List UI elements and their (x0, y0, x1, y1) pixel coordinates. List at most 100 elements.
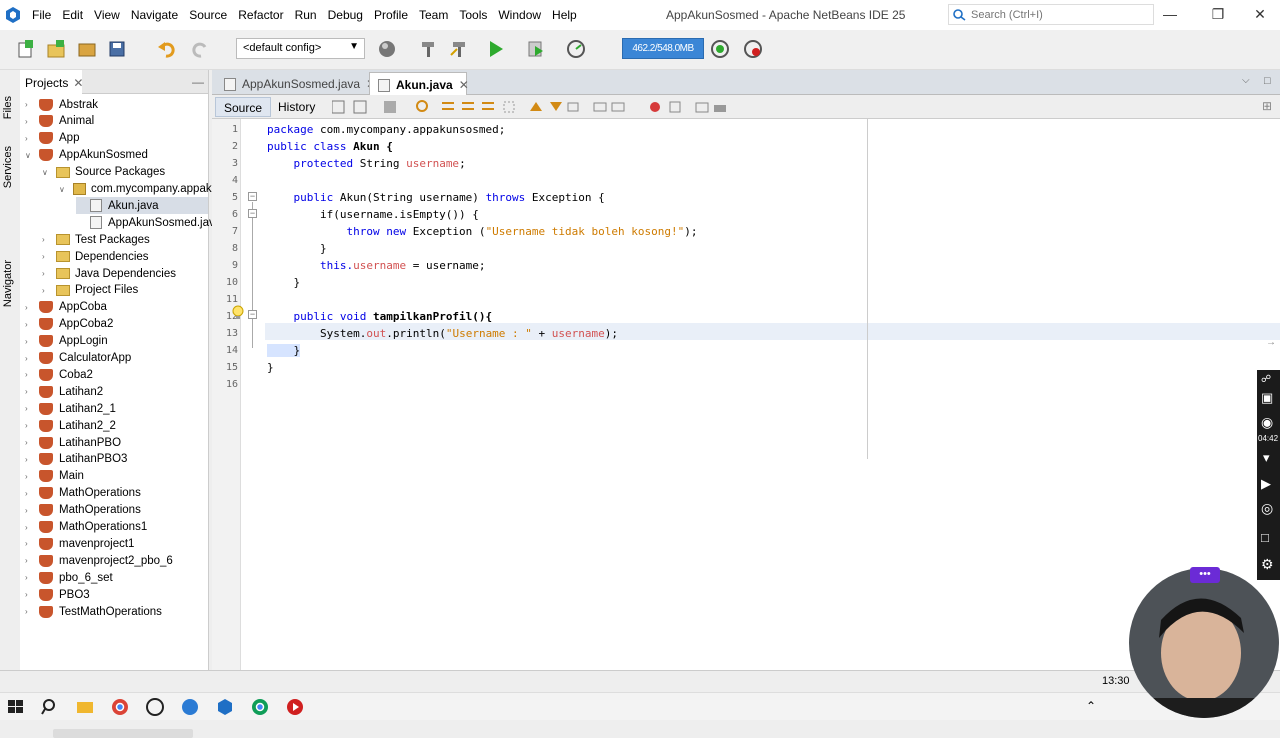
maximize-button[interactable]: ❐ (1208, 6, 1228, 24)
expand-chevron-icon[interactable]: › (25, 489, 35, 498)
tree-item[interactable]: › Abstrak (25, 96, 98, 113)
expand-chevron-icon[interactable]: › (25, 100, 35, 109)
menu-help[interactable]: Help (546, 8, 582, 22)
menu-team[interactable]: Team (413, 8, 453, 22)
new-project-icon[interactable] (46, 39, 66, 59)
save-all-icon[interactable] (108, 39, 128, 59)
gc-icon[interactable] (710, 39, 730, 59)
window-icon[interactable]: □ (1261, 530, 1269, 545)
camera-icon[interactable]: ▣ (1261, 390, 1273, 406)
tab-appakunsosmed[interactable]: AppAkunSosmed.java✕ (216, 72, 376, 95)
chrome-icon-2[interactable] (250, 697, 270, 717)
expand-chevron-icon[interactable]: › (25, 438, 35, 447)
memory-indicator[interactable]: 462.2/548.0MB (622, 38, 704, 59)
search-input[interactable] (971, 8, 1141, 21)
menu-view[interactable]: View (88, 8, 125, 22)
recorder-app-icon[interactable] (285, 697, 305, 717)
fold-collapse-icon[interactable]: − (248, 192, 257, 201)
tree-item[interactable]: › Test Packages (42, 231, 150, 248)
split-editor-icon[interactable]: ⊞ (1262, 99, 1272, 113)
stop-profile-icon[interactable] (743, 39, 763, 59)
tree-item[interactable]: › LatihanPBO3 (25, 451, 127, 468)
menu-run[interactable]: Run (289, 8, 322, 22)
macro-icons[interactable] (648, 100, 738, 114)
tree-item[interactable]: › AppCoba (25, 299, 107, 316)
tree-item[interactable]: AppAkunSosmed.java (76, 214, 221, 231)
tree-item[interactable]: › Latihan2 (25, 383, 103, 400)
whatsapp-icon[interactable] (145, 697, 165, 717)
globe-icon[interactable] (377, 39, 397, 59)
editor-action-icons[interactable] (332, 99, 632, 115)
expand-chevron-icon[interactable]: › (25, 590, 35, 599)
recorder-link-icon[interactable]: ☍ (1261, 374, 1271, 385)
tree-item[interactable]: › MathOperations (25, 502, 141, 519)
webcam-icon[interactable]: ◎ (1261, 500, 1273, 517)
expand-chevron-icon[interactable]: › (25, 455, 35, 464)
tab-akun[interactable]: Akun.java ✕ (369, 72, 469, 95)
tree-item[interactable]: › PBO3 (25, 586, 90, 603)
expand-chevron-icon[interactable]: › (25, 303, 35, 312)
close-button[interactable]: ✕ (1250, 6, 1270, 24)
tree-item[interactable]: › Project Files (42, 282, 138, 299)
expand-chevron-icon[interactable]: › (25, 404, 35, 413)
minimize-button[interactable]: — (1160, 6, 1180, 24)
expand-chevron-icon[interactable]: › (42, 269, 52, 278)
netbeans-taskbar-icon[interactable] (215, 697, 235, 717)
menu-source[interactable]: Source (183, 8, 232, 22)
tree-item[interactable]: ∨ AppAkunSosmed (25, 147, 148, 164)
chrome-icon[interactable] (110, 697, 130, 717)
expand-chevron-icon[interactable]: › (42, 286, 52, 295)
expand-chevron-icon[interactable]: ∨ (42, 168, 52, 177)
history-button[interactable]: History (270, 97, 323, 117)
menu-edit[interactable]: Edit (56, 8, 88, 22)
tree-item[interactable]: › mavenproject1 (25, 535, 134, 552)
tree-item[interactable]: ∨ com.mycompany.appaku (59, 181, 218, 198)
redo-icon[interactable] (190, 39, 210, 59)
tree-item[interactable]: › pbo_6_set (25, 569, 113, 586)
files-tab[interactable]: Files (2, 96, 14, 119)
tree-item[interactable]: › mavenproject2_pbo_6 (25, 552, 173, 569)
config-dropdown[interactable]: <default config> ▼ (236, 38, 365, 59)
expand-chevron-icon[interactable]: › (25, 354, 35, 363)
expand-chevron-icon[interactable]: › (25, 117, 35, 126)
run-icon[interactable] (486, 39, 506, 59)
windows-start-icon[interactable] (6, 697, 26, 717)
menu-debug[interactable]: Debug (322, 8, 368, 22)
expand-chevron-icon[interactable]: › (25, 607, 35, 616)
gear-icon[interactable]: ⚙ (1261, 556, 1274, 573)
tree-item[interactable]: › LatihanPBO (25, 434, 121, 451)
tree-item[interactable]: › AppCoba2 (25, 316, 113, 333)
tree-item[interactable]: › MathOperations1 (25, 519, 147, 536)
expand-chevron-icon[interactable]: › (25, 539, 35, 548)
tree-item[interactable]: › App (25, 130, 79, 147)
expand-chevron-icon[interactable]: › (25, 472, 35, 481)
expand-chevron-icon[interactable]: ∨ (59, 185, 69, 194)
expand-chevron-icon[interactable]: ∨ (25, 151, 35, 160)
maximize-editor-icon[interactable]: □ (1264, 75, 1271, 87)
menu-tools[interactable]: Tools (453, 8, 492, 22)
tray-chevron-up-icon[interactable]: ⌃ (1086, 699, 1096, 713)
expand-chevron-icon[interactable]: › (25, 370, 35, 379)
expand-chevron-icon[interactable]: › (25, 556, 35, 565)
menu-navigate[interactable]: Navigate (125, 8, 183, 22)
minimize-panel-icon[interactable]: — (192, 75, 204, 89)
tree-item[interactable]: › Java Dependencies (42, 265, 176, 282)
services-tab[interactable]: Services (2, 146, 14, 188)
tree-item[interactable]: › Latihan2_2 (25, 417, 116, 434)
edge-icon[interactable] (180, 697, 200, 717)
tree-item[interactable]: › MathOperations (25, 485, 141, 502)
speaker-icon[interactable]: ▶ (1261, 476, 1271, 492)
expand-chevron-icon[interactable]: › (42, 252, 52, 261)
expand-chevron-icon[interactable]: › (25, 506, 35, 515)
search-box[interactable] (948, 4, 1154, 25)
microphone-icon[interactable]: ▾ (1263, 450, 1270, 466)
fold-collapse-icon[interactable]: − (248, 310, 257, 319)
clean-build-icon[interactable] (449, 39, 469, 59)
tree-item[interactable]: › TestMathOperations (25, 603, 162, 620)
menu-profile[interactable]: Profile (368, 8, 413, 22)
recorder-menu-button[interactable]: ••• (1190, 567, 1220, 583)
lightbulb-hint-icon[interactable] (231, 305, 245, 321)
horizontal-scrollbar[interactable] (53, 729, 193, 738)
menu-file[interactable]: File (26, 8, 56, 22)
tree-item[interactable]: Akun.java (76, 197, 208, 215)
